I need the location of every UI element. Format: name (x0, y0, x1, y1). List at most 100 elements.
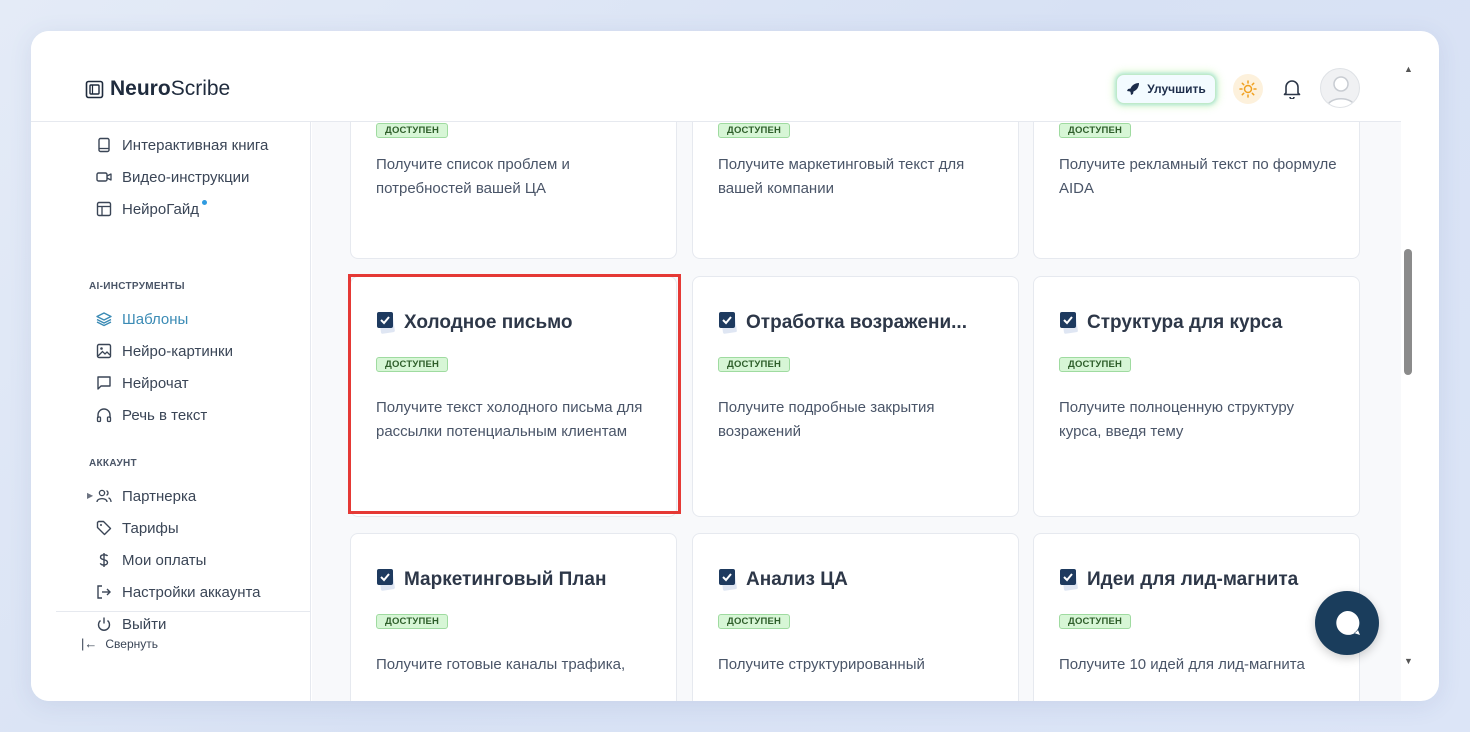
tag-icon (96, 520, 112, 536)
sidebar-item-label: Мои оплаты (122, 551, 207, 569)
template-card[interactable]: ДОСТУПЕН Получите маркетинговый текст дл… (692, 122, 1019, 259)
template-card-objections[interactable]: Отработка возражени... ДОСТУПЕН Получите… (692, 276, 1019, 517)
card-description: Получите маркетинговый текст для вашей к… (718, 156, 965, 197)
checkbox-doc-icon (377, 312, 395, 334)
template-card-lead-magnet[interactable]: Идеи для лид-магнита ДОСТУПЕН Получите 1… (1033, 533, 1360, 701)
video-icon (96, 172, 112, 182)
expand-caret-icon[interactable]: ▶ (87, 491, 93, 500)
status-badge: ДОСТУПЕН (376, 614, 449, 629)
card-title-text: Структура для курса (1087, 312, 1283, 333)
sidebar-item-neuroguide[interactable]: НейроГайд (96, 199, 207, 219)
sidebar-item-partner[interactable]: Партнерка (96, 486, 196, 506)
template-card-cold-email[interactable]: Холодное письмо ДОСТУПЕН Получите текст … (350, 276, 677, 517)
notifications-button[interactable] (1280, 76, 1304, 102)
sidebar-item-tariffs[interactable]: Тарифы (96, 518, 179, 538)
layout-icon (96, 201, 112, 217)
sidebar-item-account-settings[interactable]: Настройки аккаунта (96, 582, 261, 602)
sidebar-item-payments[interactable]: Мои оплаты (96, 550, 206, 570)
card-title: Холодное письмо (376, 311, 573, 335)
logo[interactable]: Neuro Scribe (85, 77, 230, 101)
sidebar: Интерактивная книга Видео-инструкции Ней… (31, 122, 311, 701)
card-description: Получите 10 идей для лид-магнита (1059, 656, 1305, 673)
card-title-text: Отработка возражени... (746, 312, 967, 333)
checkbox-doc-icon (1060, 569, 1078, 591)
template-card[interactable]: ДОСТУПЕН Получите рекламный текст по фор… (1033, 122, 1360, 259)
card-description: Получите текст холодного письма для расс… (376, 399, 643, 440)
chat-icon (97, 376, 111, 390)
sidebar-item-label: Партнерка (122, 487, 197, 505)
power-icon (97, 617, 111, 631)
status-badge: ДОСТУПЕН (376, 357, 449, 372)
sidebar-item-label: Интерактивная книга (122, 136, 269, 154)
checkbox-doc-icon (719, 312, 737, 334)
sidebar-item-book[interactable]: Интерактивная книга (96, 135, 268, 155)
template-card[interactable]: ДОСТУПЕН Получите список проблем и потре… (350, 122, 677, 259)
new-dot-badge (202, 199, 207, 205)
status-badge: ДОСТУПЕН (718, 123, 791, 138)
checkbox-doc-icon (1060, 312, 1078, 334)
checkbox-doc-icon (377, 569, 395, 591)
sidebar-divider (56, 611, 311, 612)
card-title: Отработка возражени... (718, 311, 967, 335)
card-title-text: Анализ ЦА (746, 569, 848, 590)
sidebar-item-label: Нейро-картинки (122, 342, 233, 360)
upgrade-label: Улучшить (1147, 82, 1206, 96)
book-icon (98, 137, 110, 153)
checkbox-doc-icon (719, 569, 737, 591)
scrollbar-thumb[interactable] (1404, 249, 1412, 375)
scroll-up-arrow-icon[interactable]: ▲ (1404, 64, 1413, 74)
avatar[interactable] (1320, 68, 1360, 108)
layers-icon (96, 312, 112, 327)
sun-icon (1239, 80, 1257, 98)
rocket-icon (1127, 83, 1140, 95)
template-card-marketing-plan[interactable]: Маркетинговый План ДОСТУПЕН Получите гот… (350, 533, 677, 701)
dollar-icon (99, 553, 109, 567)
sidebar-item-templates[interactable]: Шаблоны (96, 309, 188, 329)
sidebar-item-label: Тарифы (122, 519, 179, 537)
logo-icon (85, 80, 104, 98)
theme-toggle[interactable] (1233, 74, 1263, 104)
scroll-down-arrow-icon[interactable]: ▼ (1404, 656, 1413, 666)
bell-icon (1283, 80, 1301, 99)
headphones-icon (96, 408, 112, 423)
card-description: Получите подробные закрытия возражений (718, 399, 935, 440)
sidebar-item-neuro-images[interactable]: Нейро-картинки (96, 341, 233, 361)
card-title-text: Холодное письмо (404, 312, 573, 333)
template-card-audience-analysis[interactable]: Анализ ЦА ДОСТУПЕН Получите структуриров… (692, 533, 1019, 701)
upgrade-button[interactable]: Улучшить (1116, 74, 1216, 104)
sidebar-item-label: Видео-инструкции (122, 168, 250, 186)
collapse-arrow-icon: |← (81, 636, 98, 651)
app-window: Neuro Scribe Улучшить Интерактивная книга… (31, 31, 1439, 701)
sidebar-item-logout[interactable]: Выйти (96, 614, 166, 634)
card-description: Получите готовые каналы трафика, (376, 656, 626, 673)
image-icon (96, 343, 112, 359)
section-label-account: АККАУНТ (89, 458, 137, 469)
status-badge: ДОСТУПЕН (1059, 123, 1132, 138)
sidebar-item-speech-to-text[interactable]: Речь в текст (96, 405, 207, 425)
sidebar-item-label: Речь в текст (122, 406, 208, 424)
status-badge: ДОСТУПЕН (376, 123, 449, 138)
status-badge: ДОСТУПЕН (718, 614, 791, 629)
collapse-label: Свернуть (105, 636, 159, 651)
card-description: Получите список проблем и потребностей в… (376, 156, 570, 197)
card-title: Анализ ЦА (718, 568, 848, 592)
sidebar-item-label: Шаблоны (122, 310, 189, 328)
logo-bold: Neuro (110, 77, 171, 100)
sidebar-item-video[interactable]: Видео-инструкции (96, 167, 249, 187)
status-badge: ДОСТУПЕН (718, 357, 791, 372)
status-badge: ДОСТУПЕН (1059, 614, 1132, 629)
card-description: Получите структурированный (718, 656, 925, 673)
card-title: Идеи для лид-магнита (1059, 568, 1298, 592)
support-chat-button[interactable] (1315, 591, 1379, 655)
sidebar-item-neurochat[interactable]: Нейрочат (96, 373, 189, 393)
section-label-tools: AI-ИНСТРУМЕНТЫ (89, 281, 185, 292)
card-title-text: Маркетинговый План (404, 569, 607, 590)
sidebar-item-label: Нейрочат (122, 374, 189, 392)
users-icon (96, 489, 112, 503)
template-card-course-structure[interactable]: Структура для курса ДОСТУПЕН Получите по… (1033, 276, 1360, 517)
card-description: Получите полноценную структуру курса, вв… (1059, 399, 1295, 440)
card-title-text: Идеи для лид-магнита (1087, 569, 1299, 590)
collapse-sidebar-button[interactable]: |← Свернуть (81, 636, 158, 651)
sidebar-item-label: Выйти (122, 615, 167, 633)
top-header: Neuro Scribe Улучшить (31, 31, 1401, 122)
